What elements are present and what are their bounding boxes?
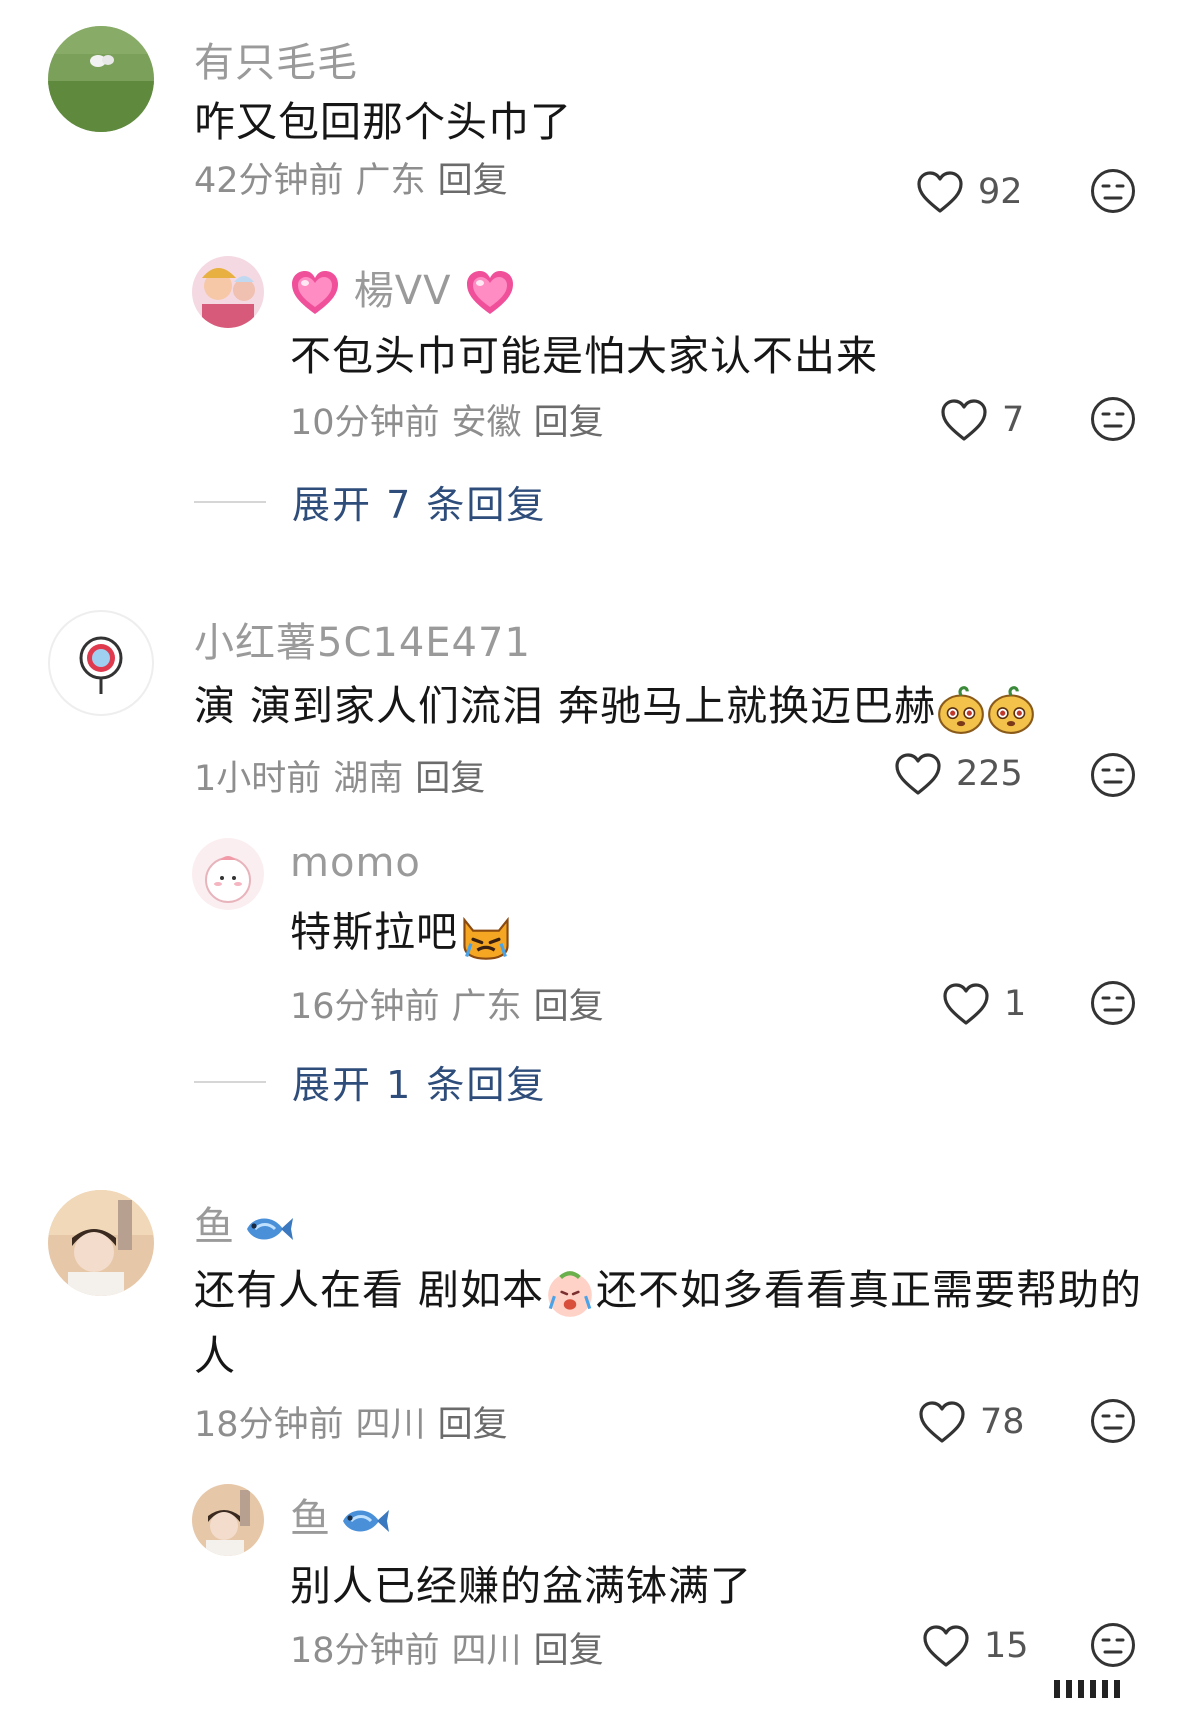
- avatar[interactable]: [192, 256, 264, 328]
- region: 广东: [355, 161, 426, 201]
- heart-outline-icon: [894, 752, 942, 796]
- like-count: 92: [978, 172, 1023, 212]
- like-button[interactable]: 15: [922, 1624, 1029, 1668]
- avatar[interactable]: [192, 838, 264, 910]
- pink-heart-icon: [290, 269, 340, 317]
- comment-text-part: 还有人在看 剧如本: [194, 1266, 545, 1314]
- neutral-face-icon[interactable]: [1090, 752, 1136, 798]
- like-count: 1: [1004, 984, 1027, 1024]
- username[interactable]: momo: [290, 840, 421, 886]
- comment-text: 演 演到家人们流泪 奔驰马上就换迈巴赫: [194, 672, 1036, 735]
- comment-meta: 1小时前 湖南 回复: [194, 750, 497, 801]
- avatar[interactable]: [192, 1484, 264, 1556]
- comment-text: 特斯拉吧: [290, 898, 514, 961]
- reply-button[interactable]: 回复: [438, 161, 508, 201]
- like-button[interactable]: 1: [942, 982, 1026, 1026]
- expand-replies-button[interactable]: 展开 1 条回复: [194, 1054, 546, 1109]
- neutral-face-icon[interactable]: [1090, 1622, 1136, 1668]
- timestamp: 10分钟前: [290, 403, 440, 443]
- like-button[interactable]: 78: [918, 1400, 1025, 1444]
- neutral-face-icon[interactable]: [1090, 396, 1136, 442]
- like-count: 15: [984, 1626, 1029, 1666]
- comment-meta: 42分钟前 广东 回复: [194, 152, 520, 203]
- region: 四川: [451, 1631, 522, 1671]
- pink-heart-icon: [465, 269, 515, 317]
- avatar[interactable]: [48, 26, 154, 132]
- avatar[interactable]: [48, 1190, 154, 1296]
- username[interactable]: 鱼: [290, 1486, 391, 1544]
- watermark-icon: [1040, 1678, 1160, 1700]
- username[interactable]: 鱼: [194, 1194, 295, 1252]
- divider: [194, 500, 266, 503]
- username[interactable]: 楊VV: [290, 258, 515, 317]
- reply-button[interactable]: 回复: [415, 759, 485, 799]
- timestamp: 42分钟前: [194, 161, 344, 201]
- region: 广东: [451, 987, 522, 1027]
- comment-text-content: 演 演到家人们流泪 奔驰马上就换迈巴赫: [194, 682, 937, 730]
- reply-button[interactable]: 回复: [534, 1631, 604, 1671]
- comment-text: 不包头巾可能是怕大家认不出来: [290, 332, 878, 380]
- neutral-face-icon[interactable]: [1090, 980, 1136, 1026]
- heart-outline-icon: [940, 398, 988, 442]
- neutral-face-icon[interactable]: [1090, 168, 1136, 214]
- comment-text: 还有人在看 剧如本 还不如多看看真正需要帮助的: [194, 1256, 1142, 1319]
- timestamp: 1小时前: [194, 759, 322, 799]
- like-count: 7: [1002, 400, 1025, 440]
- region: 四川: [355, 1405, 426, 1445]
- comment-meta: 10分钟前 安徽 回复: [290, 394, 616, 445]
- comment-meta: 18分钟前 四川 回复: [194, 1396, 520, 1447]
- username-text: 鱼: [290, 1496, 331, 1542]
- heart-outline-icon: [918, 1400, 966, 1444]
- comment-text-line2: 人: [194, 1332, 236, 1380]
- angry-cat-emoji-icon: [458, 909, 514, 961]
- username[interactable]: 小红薯5C14E471: [194, 610, 531, 668]
- reply-button[interactable]: 回复: [438, 1405, 508, 1445]
- region: 安徽: [451, 403, 522, 443]
- expand-replies-label: 展开 7 条回复: [292, 483, 547, 527]
- like-count: 225: [956, 754, 1023, 794]
- fish-icon: [339, 1502, 391, 1540]
- timestamp: 18分钟前: [194, 1405, 344, 1445]
- username-text: 鱼: [194, 1204, 235, 1250]
- divider: [194, 1080, 266, 1083]
- like-button[interactable]: 7: [940, 398, 1024, 442]
- avatar[interactable]: [48, 610, 154, 716]
- heart-outline-icon: [922, 1624, 970, 1668]
- comment-text: 别人已经赚的盆满钵满了: [290, 1562, 752, 1610]
- pear-emoji-icon: [986, 683, 1036, 735]
- comment-text-content: 特斯拉吧: [290, 908, 458, 956]
- timestamp: 16分钟前: [290, 987, 440, 1027]
- reply-button[interactable]: 回复: [534, 987, 604, 1027]
- comment-meta: 18分钟前 四川 回复: [290, 1622, 616, 1673]
- region: 湖南: [333, 759, 404, 799]
- expand-replies-button[interactable]: 展开 7 条回复: [194, 474, 546, 529]
- like-count: 78: [980, 1402, 1025, 1442]
- fish-icon: [243, 1210, 295, 1248]
- crying-face-emoji-icon: [544, 1267, 596, 1319]
- like-button[interactable]: 92: [916, 170, 1023, 214]
- like-button[interactable]: 225: [894, 752, 1023, 796]
- username-text: 楊VV: [353, 268, 452, 314]
- neutral-face-icon[interactable]: [1090, 1398, 1136, 1444]
- comment-meta: 16分钟前 广东 回复: [290, 978, 616, 1029]
- heart-outline-icon: [942, 982, 990, 1026]
- timestamp: 18分钟前: [290, 1631, 440, 1671]
- comment-text: 咋又包回那个头巾了: [194, 98, 572, 146]
- expand-replies-label: 展开 1 条回复: [292, 1063, 547, 1107]
- username[interactable]: 有只毛毛: [194, 30, 358, 88]
- pear-emoji-icon: [936, 683, 986, 735]
- reply-button[interactable]: 回复: [534, 403, 604, 443]
- heart-outline-icon: [916, 170, 964, 214]
- comment-text-part: 还不如多看看真正需要帮助的: [596, 1266, 1143, 1314]
